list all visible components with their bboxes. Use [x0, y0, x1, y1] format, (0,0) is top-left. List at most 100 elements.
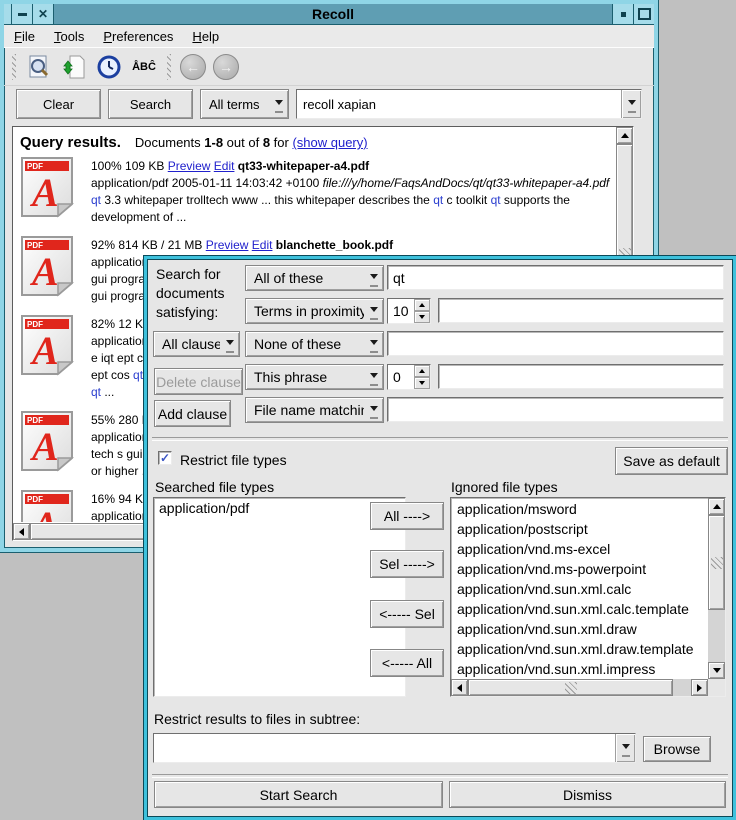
- maximize-icon: [638, 8, 651, 20]
- svg-text:A: A: [29, 424, 59, 469]
- search-button[interactable]: Search: [108, 89, 193, 119]
- scroll-left-button[interactable]: [451, 679, 468, 696]
- ignored-type-item[interactable]: application/vnd.sun.xml.impress: [452, 659, 708, 679]
- ignored-type-item[interactable]: application/vnd.sun.xml.draw.template: [452, 639, 708, 659]
- preview-link[interactable]: Preview: [206, 238, 249, 252]
- clause-type-combo[interactable]: All of these: [245, 265, 384, 291]
- restrict-file-types-checkbox[interactable]: ✓: [158, 451, 172, 465]
- history-clock-icon[interactable]: [95, 53, 123, 81]
- term-explorer-icon[interactable]: ÅBĈ: [130, 53, 158, 81]
- scroll-left-button[interactable]: [13, 523, 30, 540]
- delete-clause-button[interactable]: Delete clause: [154, 368, 243, 395]
- searched-file-types-list[interactable]: application/pdf: [153, 497, 406, 697]
- subtree-input[interactable]: [154, 734, 615, 762]
- ignored-type-item[interactable]: application/vnd.sun.xml.draw: [452, 619, 708, 639]
- spin-up-button[interactable]: [414, 299, 430, 311]
- search-mode-combo[interactable]: All terms: [200, 89, 289, 119]
- desktop: { "colors":{ "desktop":"#c0c0c0","titleb…: [0, 0, 736, 820]
- proximity-spinner[interactable]: 0: [387, 364, 431, 390]
- conjunction-combo[interactable]: All clauses: [153, 331, 240, 357]
- divider: [152, 437, 728, 441]
- scrollbar-thumb[interactable]: [708, 515, 725, 610]
- scrollbar-thumb[interactable]: [468, 679, 673, 696]
- document-preview-icon[interactable]: [25, 53, 53, 81]
- move-selected-left-button[interactable]: <----- Sel: [370, 600, 444, 628]
- text-segment: ept cos: [91, 368, 133, 382]
- query-combo[interactable]: recoll xapian: [296, 89, 642, 119]
- ignored-type-item[interactable]: application/msword: [452, 499, 708, 519]
- scroll-up-button[interactable]: [616, 127, 633, 144]
- clause-terms-input[interactable]: [438, 298, 724, 323]
- browse-button[interactable]: Browse: [643, 736, 711, 762]
- highlight-term: qt: [491, 193, 501, 207]
- move-all-right-button[interactable]: All ---->: [370, 502, 444, 530]
- menu-item-tools[interactable]: Tools: [54, 29, 84, 44]
- spinner-value[interactable]: 0: [388, 365, 414, 389]
- titlebar[interactable]: ✕ Recoll: [4, 4, 654, 25]
- ignored-type-item[interactable]: application/vnd.ms-excel: [452, 539, 708, 559]
- ignored-vertical-scrollbar[interactable]: [708, 498, 725, 679]
- forward-icon[interactable]: →: [213, 54, 239, 80]
- clause-terms-input[interactable]: [387, 331, 724, 356]
- ignored-type-item[interactable]: application/vnd.ms-powerpoint: [452, 559, 708, 579]
- close-button[interactable]: ✕: [33, 4, 54, 24]
- menu-item-preferences[interactable]: Preferences: [103, 29, 173, 44]
- svg-text:A: A: [29, 328, 59, 373]
- preview-link[interactable]: Preview: [168, 159, 211, 173]
- ignored-type-item[interactable]: application/postscript: [452, 519, 708, 539]
- ignored-type-item[interactable]: application/vnd.sun.xml.calc: [452, 579, 708, 599]
- chevron-down-icon: [364, 398, 383, 422]
- add-clause-button[interactable]: Add clause: [154, 400, 231, 427]
- back-icon[interactable]: ←: [180, 54, 206, 80]
- ignored-file-types-list[interactable]: application/mswordapplication/postscript…: [450, 497, 726, 697]
- clause-terms-input[interactable]: qt: [387, 265, 724, 290]
- chevron-down-icon[interactable]: [615, 734, 635, 762]
- scroll-up-button[interactable]: [708, 498, 725, 515]
- pdf-icon: PDF A: [20, 489, 74, 522]
- sort-document-icon[interactable]: [60, 53, 88, 81]
- searched-type-item[interactable]: application/pdf: [154, 498, 405, 518]
- clause-type-combo[interactable]: File name matching: [245, 397, 384, 423]
- start-search-button[interactable]: Start Search: [154, 781, 443, 808]
- chevron-down-icon: [364, 332, 383, 356]
- chevron-down-icon: [364, 266, 383, 290]
- text-segment: 8: [263, 135, 270, 150]
- save-as-default-button[interactable]: Save as default: [615, 447, 728, 475]
- spin-up-button[interactable]: [414, 365, 430, 377]
- clause-type-combo[interactable]: Terms in proximity: [245, 298, 384, 324]
- text-segment: 100% 109 KB: [91, 159, 168, 173]
- move-selected-right-button[interactable]: Sel ----->: [370, 550, 444, 578]
- ignored-type-item[interactable]: application/vnd.sun.xml.calc.template: [452, 599, 708, 619]
- text-segment: 3.3 whitepaper trolltech www ... this wh…: [101, 193, 433, 207]
- spin-down-button[interactable]: [414, 311, 430, 323]
- scroll-down-button[interactable]: [708, 662, 725, 679]
- pdf-icon: PDF A: [20, 156, 74, 218]
- ignored-horizontal-scrollbar[interactable]: [451, 679, 708, 696]
- menu-item-file[interactable]: File: [14, 29, 35, 44]
- spin-down-button[interactable]: [414, 377, 430, 389]
- scroll-right-button[interactable]: [691, 679, 708, 696]
- restrict-file-types-label: Restrict file types: [180, 452, 287, 468]
- clause-terms-input[interactable]: [438, 364, 724, 389]
- move-all-left-button[interactable]: <----- All: [370, 649, 444, 677]
- clause-type-combo[interactable]: None of these: [245, 331, 384, 357]
- show-query-link[interactable]: (show query): [292, 135, 367, 150]
- clause-terms-input[interactable]: [387, 397, 724, 422]
- edit-link[interactable]: Edit: [252, 238, 273, 252]
- maximize-button[interactable]: [633, 4, 654, 24]
- toolbar-handle[interactable]: [12, 54, 16, 80]
- edit-link[interactable]: Edit: [214, 159, 235, 173]
- query-input[interactable]: recoll xapian: [297, 90, 621, 118]
- chevron-down-icon: [364, 299, 383, 323]
- dismiss-button[interactable]: Dismiss: [449, 781, 726, 808]
- window-menu-button[interactable]: [12, 4, 33, 24]
- clause-type-combo[interactable]: This phrase: [245, 364, 384, 390]
- subtree-combo[interactable]: [153, 733, 636, 763]
- spinner-value[interactable]: 10: [388, 299, 414, 323]
- minimize-icon: [621, 12, 626, 17]
- minimize-button[interactable]: [612, 4, 633, 24]
- proximity-spinner[interactable]: 10: [387, 298, 431, 324]
- chevron-down-icon[interactable]: [621, 90, 641, 118]
- menu-item-help[interactable]: Help: [192, 29, 219, 44]
- clear-button[interactable]: Clear: [16, 89, 101, 119]
